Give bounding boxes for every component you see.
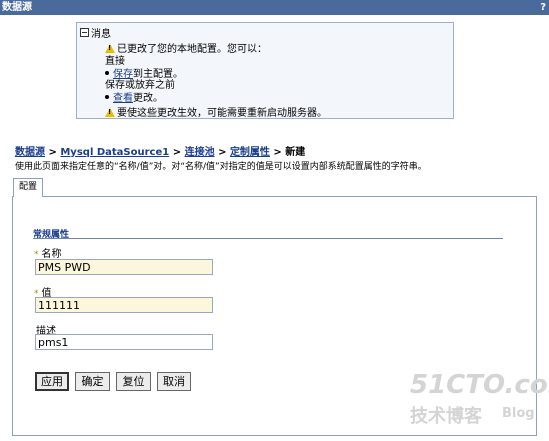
breadcrumb-separator: > bbox=[172, 147, 182, 158]
breadcrumb-separator: > bbox=[48, 147, 57, 158]
section-divider bbox=[33, 238, 503, 239]
breadcrumb-separator: > bbox=[218, 147, 227, 158]
breadcrumb: 数据源 > Mysql DataSource1 > 连接池 > 定制属性 > 新… bbox=[15, 143, 305, 158]
review-link[interactable]: 查看 bbox=[113, 93, 133, 104]
message-changed-text: 已更改了您的本地配置。您可以： bbox=[117, 44, 267, 55]
message-header[interactable]: 消息 bbox=[80, 25, 111, 40]
breadcrumb-custom-properties[interactable]: 定制属性 bbox=[230, 147, 270, 158]
breadcrumb-datasources[interactable]: 数据源 bbox=[15, 147, 45, 158]
breadcrumb-datasource[interactable]: Mysql DataSource1 bbox=[60, 147, 169, 158]
window-title: 数据源 bbox=[2, 2, 32, 13]
reset-button[interactable]: 复位 bbox=[116, 372, 151, 391]
description-input[interactable] bbox=[35, 334, 213, 350]
window-titlebar: 数据源 ? bbox=[0, 0, 549, 15]
watermark-subtitle: 技术博客 bbox=[410, 406, 482, 427]
watermark-logo: 51CTO.com bbox=[410, 370, 549, 400]
breadcrumb-current: 新建 bbox=[285, 147, 306, 158]
warning-icon bbox=[105, 108, 115, 117]
watermark-blog: Blog bbox=[502, 406, 535, 421]
message-review-line: 查看更改。 bbox=[105, 89, 163, 104]
apply-button[interactable]: 应用 bbox=[35, 372, 69, 391]
breadcrumb-connection-pool[interactable]: 连接池 bbox=[185, 147, 215, 158]
value-input[interactable] bbox=[35, 297, 213, 313]
review-suffix: 更改。 bbox=[133, 93, 163, 104]
bullet-icon bbox=[105, 95, 109, 99]
collapse-icon[interactable] bbox=[80, 28, 89, 37]
breadcrumb-separator: > bbox=[273, 147, 282, 158]
page-description: 使用此页面来指定任意的“名称/值”对。对“名称/值”对指定的值是可以设置内部系统… bbox=[15, 162, 427, 172]
message-header-label: 消息 bbox=[91, 29, 111, 40]
ok-button[interactable]: 确定 bbox=[75, 372, 110, 391]
message-changed: 已更改了您的本地配置。您可以： bbox=[105, 40, 267, 55]
tab-panel bbox=[12, 196, 537, 436]
cancel-button[interactable]: 取消 bbox=[157, 372, 191, 391]
tab-configuration[interactable]: 配置 bbox=[13, 178, 43, 197]
name-input[interactable] bbox=[35, 259, 213, 275]
name-label: * 名称 bbox=[34, 245, 62, 260]
bullet-icon bbox=[105, 71, 109, 75]
message-restart: 要使这些更改生效，可能需要重新启动服务器。 bbox=[105, 104, 327, 119]
message-box: 消息 已更改了您的本地配置。您可以： 直接 保存到主配置。 保存或放弃之前 查看… bbox=[76, 22, 454, 119]
message-restart-text: 要使这些更改生效，可能需要重新启动服务器。 bbox=[117, 108, 327, 119]
help-icon[interactable]: ? bbox=[540, 0, 546, 15]
